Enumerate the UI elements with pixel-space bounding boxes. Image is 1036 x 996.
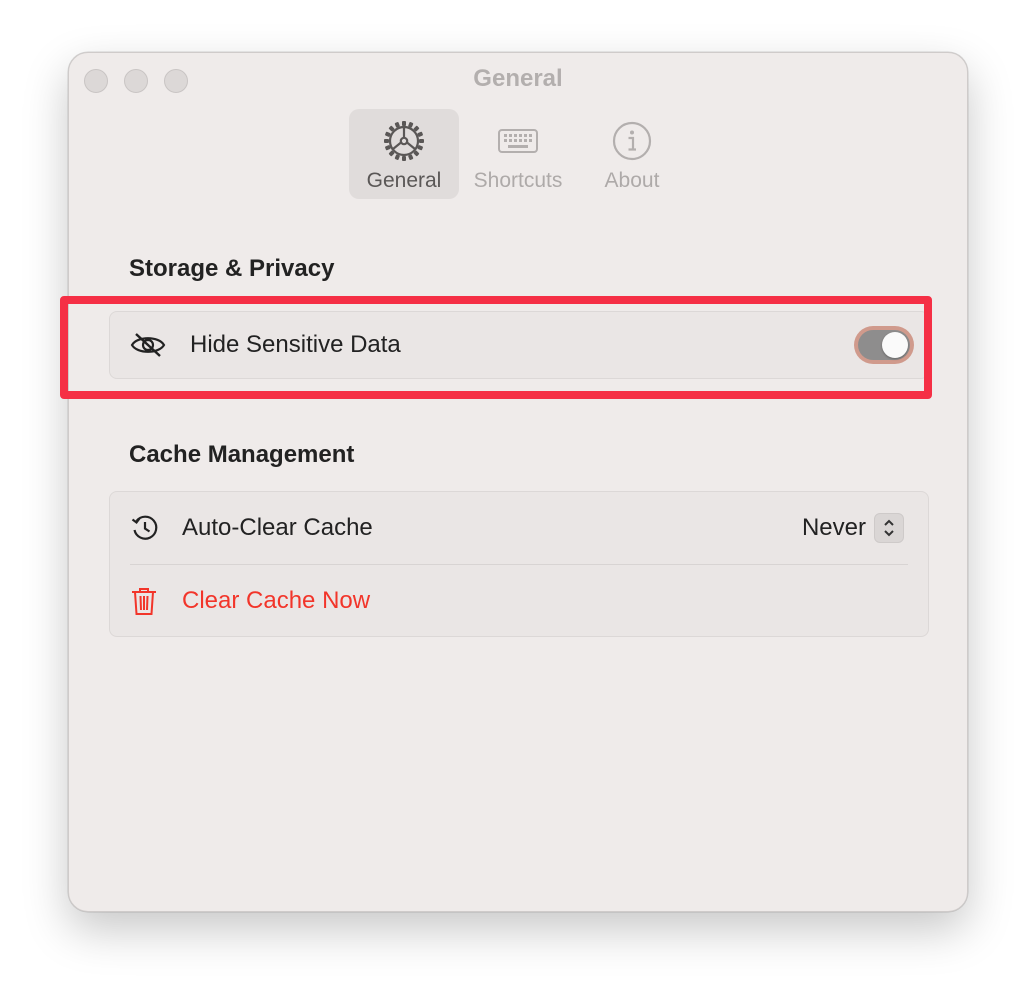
tab-general[interactable]: General xyxy=(349,109,459,199)
tab-general-label: General xyxy=(366,169,442,192)
storage-privacy-heading: Storage & Privacy xyxy=(129,255,335,282)
preferences-toolbar: General Shortcuts About xyxy=(69,109,967,199)
tab-shortcuts[interactable]: Shortcuts xyxy=(463,109,573,199)
auto-clear-cache-popup[interactable]: Never xyxy=(802,513,904,543)
history-icon xyxy=(130,513,160,543)
auto-clear-cache-row: Auto-Clear Cache Never xyxy=(110,492,928,564)
hide-sensitive-data-toggle[interactable] xyxy=(858,330,910,360)
cache-management-heading: Cache Management xyxy=(129,441,355,468)
tab-about-label: About xyxy=(604,169,660,192)
hide-sensitive-data-label: Hide Sensitive Data xyxy=(190,331,401,358)
eye-slash-icon xyxy=(130,332,166,358)
trash-icon xyxy=(130,586,158,616)
info-icon xyxy=(612,121,652,161)
window-title: General xyxy=(473,65,563,92)
clear-cache-now-label: Clear Cache Now xyxy=(182,587,371,614)
chevron-up-down-icon xyxy=(874,513,904,543)
settings-window: General General Shortcuts About Storage … xyxy=(68,52,968,912)
storage-privacy-group: Hide Sensitive Data xyxy=(109,311,929,379)
auto-clear-cache-label: Auto-Clear Cache xyxy=(182,514,373,541)
gear-icon xyxy=(384,121,424,161)
auto-clear-cache-value: Never xyxy=(801,514,866,541)
clear-cache-now-button[interactable]: Clear Cache Now xyxy=(110,565,928,637)
cache-management-group: Auto-Clear Cache Never Clear Cache Now xyxy=(109,491,929,637)
hide-sensitive-data-row: Hide Sensitive Data xyxy=(110,312,928,378)
keyboard-icon xyxy=(498,129,538,153)
tab-about[interactable]: About xyxy=(577,109,687,199)
tab-shortcuts-label: Shortcuts xyxy=(473,169,563,192)
toggle-knob xyxy=(882,332,908,358)
